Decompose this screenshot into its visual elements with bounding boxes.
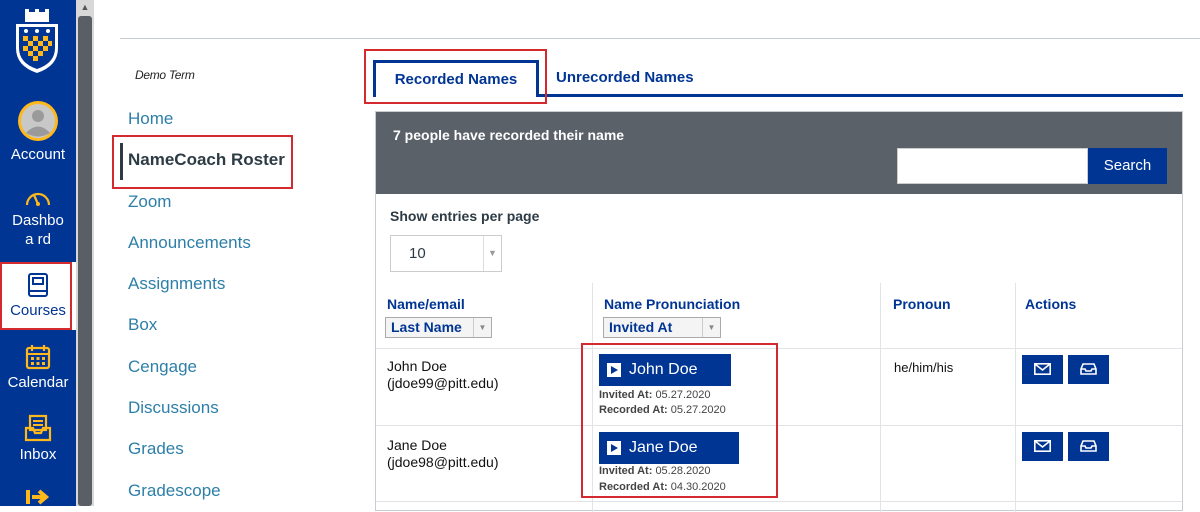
nav-label-courses: Courses bbox=[10, 302, 66, 319]
sort-name-value: Last Name bbox=[391, 319, 462, 335]
entries-label: Show entries per page bbox=[390, 208, 540, 224]
calendar-icon bbox=[25, 345, 51, 370]
sort-pronunciation-select[interactable]: Invited At ▼ bbox=[603, 317, 721, 338]
nav-scrollbar[interactable]: ▲ bbox=[76, 0, 94, 506]
roster-header: 7 people have recorded their name Search bbox=[376, 112, 1182, 194]
course-nav-gradescope[interactable]: Gradescope bbox=[128, 481, 221, 501]
recorded-at-label: Recorded At: bbox=[599, 481, 668, 493]
play-name-label: Jane Doe bbox=[629, 439, 698, 456]
pronoun-value: he/him/his bbox=[894, 360, 954, 375]
scrollbar-thumb[interactable] bbox=[78, 16, 92, 506]
course-nav-home[interactable]: Home bbox=[128, 109, 173, 129]
student-name: Jane Doe bbox=[387, 437, 447, 453]
course-nav-announcements[interactable]: Announcements bbox=[128, 233, 251, 253]
email-button[interactable] bbox=[1022, 355, 1063, 384]
student-email: (jdoe98@pitt.edu) bbox=[387, 454, 499, 470]
play-name-label: John Doe bbox=[629, 361, 698, 378]
scroll-up-icon[interactable]: ▲ bbox=[76, 0, 94, 14]
nav-item-calendar[interactable]: Calendar bbox=[0, 344, 76, 392]
inbox-icon bbox=[24, 414, 52, 442]
recorded-at-value: 04.30.2020 bbox=[670, 481, 726, 493]
recorded-at-value: 05.27.2020 bbox=[670, 404, 726, 416]
student-email: (jdoe99@pitt.edu) bbox=[387, 375, 499, 391]
search-button[interactable]: Search bbox=[1088, 148, 1167, 184]
column-header-pronunciation: Name Pronunciation bbox=[604, 296, 741, 312]
recorded-count: 7 people have recorded their name bbox=[393, 127, 625, 143]
tray-icon bbox=[1080, 363, 1097, 375]
nav-item-dashboard[interactable]: Dashboa rd bbox=[0, 186, 76, 249]
term-label: Demo Term bbox=[135, 68, 195, 82]
nav-item-courses[interactable]: Courses bbox=[0, 262, 76, 330]
nav-item-inbox[interactable]: Inbox bbox=[0, 414, 76, 464]
email-button[interactable] bbox=[1022, 432, 1063, 461]
recorded-at: Recorded At: 05.27.2020 bbox=[599, 404, 726, 416]
nav-label-calendar: Calendar bbox=[7, 374, 69, 391]
nav-label-account: Account bbox=[10, 146, 66, 163]
inbox-button[interactable] bbox=[1068, 355, 1109, 384]
invited-at-value: 05.28.2020 bbox=[655, 465, 711, 477]
course-nav-discussions[interactable]: Discussions bbox=[128, 398, 219, 418]
entries-value: 10 bbox=[409, 245, 426, 262]
invited-at: Invited At: 05.28.2020 bbox=[599, 465, 711, 477]
invited-at-value: 05.27.2020 bbox=[655, 389, 711, 401]
chevron-down-icon: ▼ bbox=[702, 318, 720, 337]
play-name-button[interactable]: John Doe bbox=[599, 354, 731, 386]
nav-label-inbox: Inbox bbox=[19, 446, 57, 463]
tray-icon bbox=[1080, 440, 1097, 452]
sort-name-select[interactable]: Last Name ▼ bbox=[385, 317, 492, 338]
play-icon bbox=[607, 441, 621, 455]
course-nav-grades[interactable]: Grades bbox=[128, 439, 184, 459]
course-nav-namecoach-roster[interactable]: NameCoach Roster bbox=[128, 150, 285, 170]
column-header-actions: Actions bbox=[1025, 296, 1077, 312]
logout-icon[interactable] bbox=[24, 488, 52, 506]
invited-at-label: Invited At: bbox=[599, 465, 653, 477]
column-divider bbox=[592, 283, 593, 512]
row-divider bbox=[376, 425, 1182, 426]
mail-icon bbox=[1034, 363, 1051, 375]
dashboard-icon bbox=[25, 192, 51, 206]
recorded-at-label: Recorded At: bbox=[599, 404, 668, 416]
active-indicator bbox=[120, 143, 123, 180]
search-input[interactable] bbox=[897, 148, 1088, 184]
column-divider bbox=[880, 283, 881, 512]
chevron-down-icon: ▼ bbox=[483, 236, 501, 271]
column-header-pronoun: Pronoun bbox=[893, 296, 951, 312]
column-divider bbox=[1015, 283, 1016, 512]
sort-pronunciation-value: Invited At bbox=[609, 319, 673, 335]
course-nav-box[interactable]: Box bbox=[128, 315, 157, 335]
invited-at-label: Invited At: bbox=[599, 389, 653, 401]
courses-icon bbox=[28, 273, 48, 297]
tab-unrecorded-names[interactable]: Unrecorded Names bbox=[556, 69, 694, 86]
top-divider bbox=[120, 38, 1200, 39]
roster-panel: 7 people have recorded their name Search… bbox=[375, 111, 1183, 512]
play-name-button[interactable]: Jane Doe bbox=[599, 432, 739, 464]
row-divider bbox=[376, 501, 1182, 502]
inbox-button[interactable] bbox=[1068, 432, 1109, 461]
nav-item-account[interactable]: Account bbox=[0, 100, 76, 164]
student-name: John Doe bbox=[387, 358, 447, 374]
course-nav-assignments[interactable]: Assignments bbox=[128, 274, 225, 294]
chevron-down-icon: ▼ bbox=[473, 318, 491, 337]
recorded-at: Recorded At: 04.30.2020 bbox=[599, 481, 726, 493]
global-navigation: Account Dashboa rd Courses Calendar Inbo… bbox=[0, 0, 76, 506]
play-icon bbox=[607, 363, 621, 377]
tab-recorded-names[interactable]: Recorded Names bbox=[373, 60, 539, 97]
course-nav-zoom[interactable]: Zoom bbox=[128, 192, 171, 212]
invited-at: Invited At: 05.27.2020 bbox=[599, 389, 711, 401]
column-header-name: Name/email bbox=[387, 296, 465, 312]
row-divider bbox=[376, 348, 1182, 349]
course-nav-cengage[interactable]: Cengage bbox=[128, 357, 197, 377]
university-logo[interactable] bbox=[11, 8, 63, 74]
mail-icon bbox=[1034, 440, 1051, 452]
entries-select[interactable]: 10 ▼ bbox=[390, 235, 502, 272]
nav-label-dashboard: Dashboa rd bbox=[12, 212, 64, 248]
account-icon bbox=[18, 101, 58, 141]
